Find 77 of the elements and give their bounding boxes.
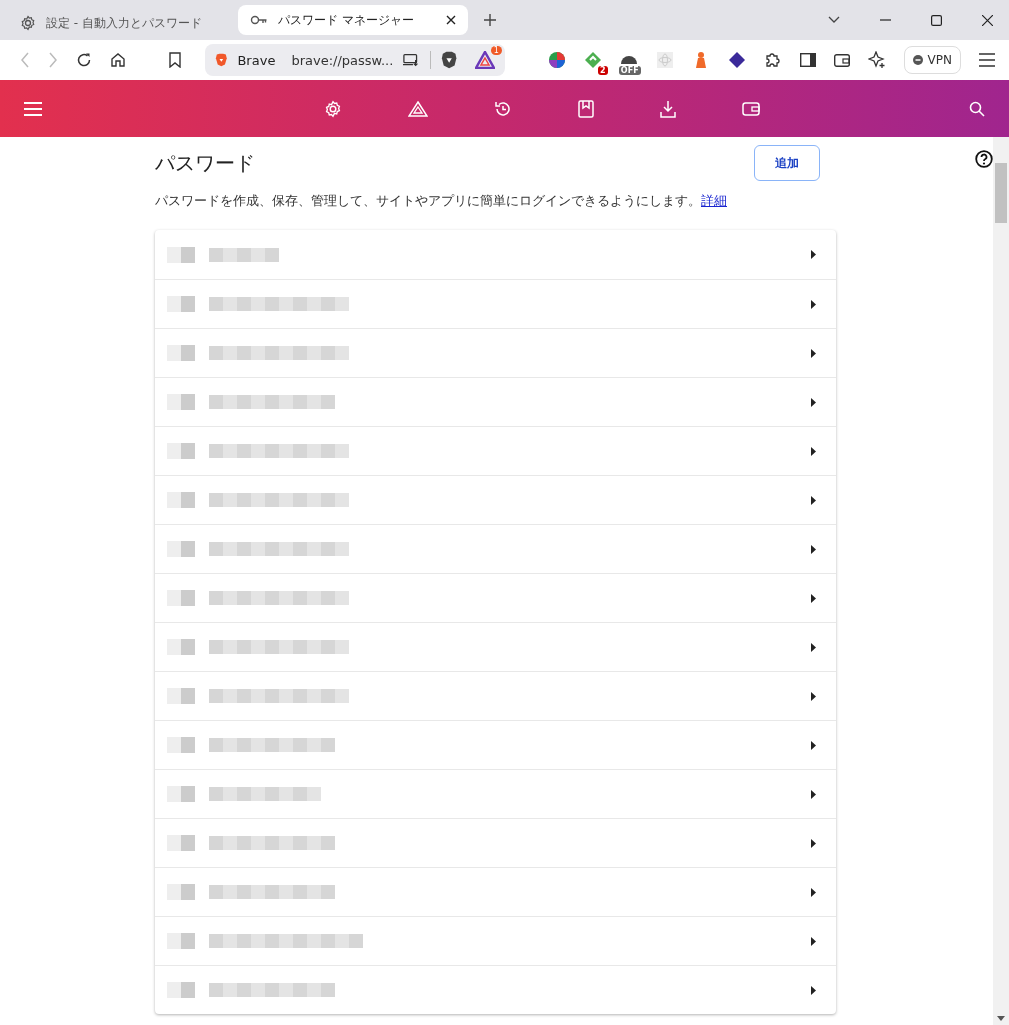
arrow-right-icon	[811, 250, 816, 259]
new-tab-icon[interactable]	[484, 14, 496, 26]
close-icon[interactable]	[982, 14, 993, 26]
download-icon[interactable]	[659, 99, 676, 118]
scroll-down-icon[interactable]	[997, 1016, 1005, 1021]
wallet-icon[interactable]	[833, 53, 850, 67]
url-text[interactable]: brave://passw...	[291, 52, 394, 68]
blurred-site-icon	[167, 443, 195, 459]
tab-title: パスワード マネージャー	[278, 11, 415, 29]
sidebar-icon[interactable]	[799, 53, 816, 67]
notification-badge: 1	[490, 46, 502, 55]
bookmark-icon[interactable]	[168, 52, 181, 68]
history-icon[interactable]	[493, 99, 512, 118]
install-app-icon[interactable]	[403, 53, 420, 67]
blurred-site-icon	[167, 786, 195, 802]
page-title: パスワード	[155, 149, 255, 177]
arrow-right-icon	[811, 691, 816, 701]
home-icon[interactable]	[110, 52, 126, 68]
maximize-icon[interactable]	[931, 14, 942, 26]
arrow-right-icon	[811, 642, 816, 652]
blurred-site-icon	[167, 246, 195, 263]
close-tab-icon[interactable]	[446, 15, 456, 25]
key-icon	[250, 14, 268, 26]
vpn-status-icon	[912, 55, 923, 65]
shield-icon[interactable]	[440, 50, 457, 70]
blurred-site-icon	[167, 296, 195, 312]
arrow-right-icon	[811, 348, 816, 358]
arrow-right-icon	[811, 887, 816, 897]
search-icon[interactable]	[969, 100, 985, 117]
arrow-right-icon	[811, 740, 816, 750]
blurred-site-icon	[167, 639, 195, 655]
blurred-site-name	[209, 247, 279, 262]
blurred-site-icon	[167, 933, 195, 949]
arrow-right-icon	[811, 397, 816, 407]
description-text: パスワードを作成、保存、管理して、サイトやアプリに簡単にログインできるようにします。	[155, 193, 701, 208]
arrow-right-icon	[811, 544, 816, 554]
add-button[interactable]: 追加	[754, 145, 820, 181]
sparkle-icon[interactable]	[867, 51, 886, 69]
blurred-site-icon	[167, 590, 195, 606]
gear-icon	[20, 15, 36, 31]
blurred-site-icon	[167, 884, 195, 900]
address-bar[interactable]: Brave brave://passw... 1	[204, 44, 505, 76]
puzzle-icon[interactable]	[763, 51, 782, 69]
arrow-right-icon	[811, 936, 816, 946]
browser-tab[interactable]: パスワード マネージャー	[238, 5, 468, 35]
arrow-right-icon	[811, 593, 816, 603]
scroll-thumb[interactable]	[995, 163, 1007, 223]
blurred-site-icon	[167, 492, 195, 508]
triangle-icon[interactable]	[474, 51, 495, 69]
arrow-right-icon	[811, 495, 816, 505]
diamond-icon[interactable]	[583, 51, 602, 69]
blurred-site-icon	[167, 835, 195, 851]
help-icon[interactable]	[975, 150, 993, 168]
arrow-right-icon	[811, 446, 816, 456]
blurred-site-icon	[167, 982, 195, 998]
vpn-button[interactable]: VPN	[903, 46, 961, 74]
site-label: Brave	[237, 52, 276, 68]
menu-icon[interactable]	[979, 53, 995, 67]
scrollbar[interactable]	[993, 137, 1009, 1025]
reload-icon[interactable]	[76, 52, 92, 68]
tab-list-icon[interactable]	[828, 16, 840, 24]
blurred-site-icon	[167, 394, 195, 410]
extension-badge: 2	[598, 66, 608, 75]
blurred-site-icon	[167, 737, 195, 753]
tab-title: 設定 - 自動入力とパスワード	[46, 14, 203, 32]
arrow-right-icon	[811, 838, 816, 848]
settings-icon[interactable]	[323, 99, 342, 118]
learn-more-link[interactable]: 詳細	[701, 193, 727, 208]
blurred-site-icon	[167, 541, 195, 557]
arrow-right-icon	[811, 985, 816, 995]
blurred-site-icon	[167, 345, 195, 361]
arrow-right-icon	[811, 299, 816, 309]
extension-badge: OFF	[618, 66, 641, 75]
bookmarks-icon[interactable]	[577, 99, 594, 118]
blurred-site-icon	[167, 688, 195, 704]
browser-tab[interactable]: 設定 - 自動入力とパスワード	[8, 8, 238, 38]
arrow-right-icon	[811, 789, 816, 799]
